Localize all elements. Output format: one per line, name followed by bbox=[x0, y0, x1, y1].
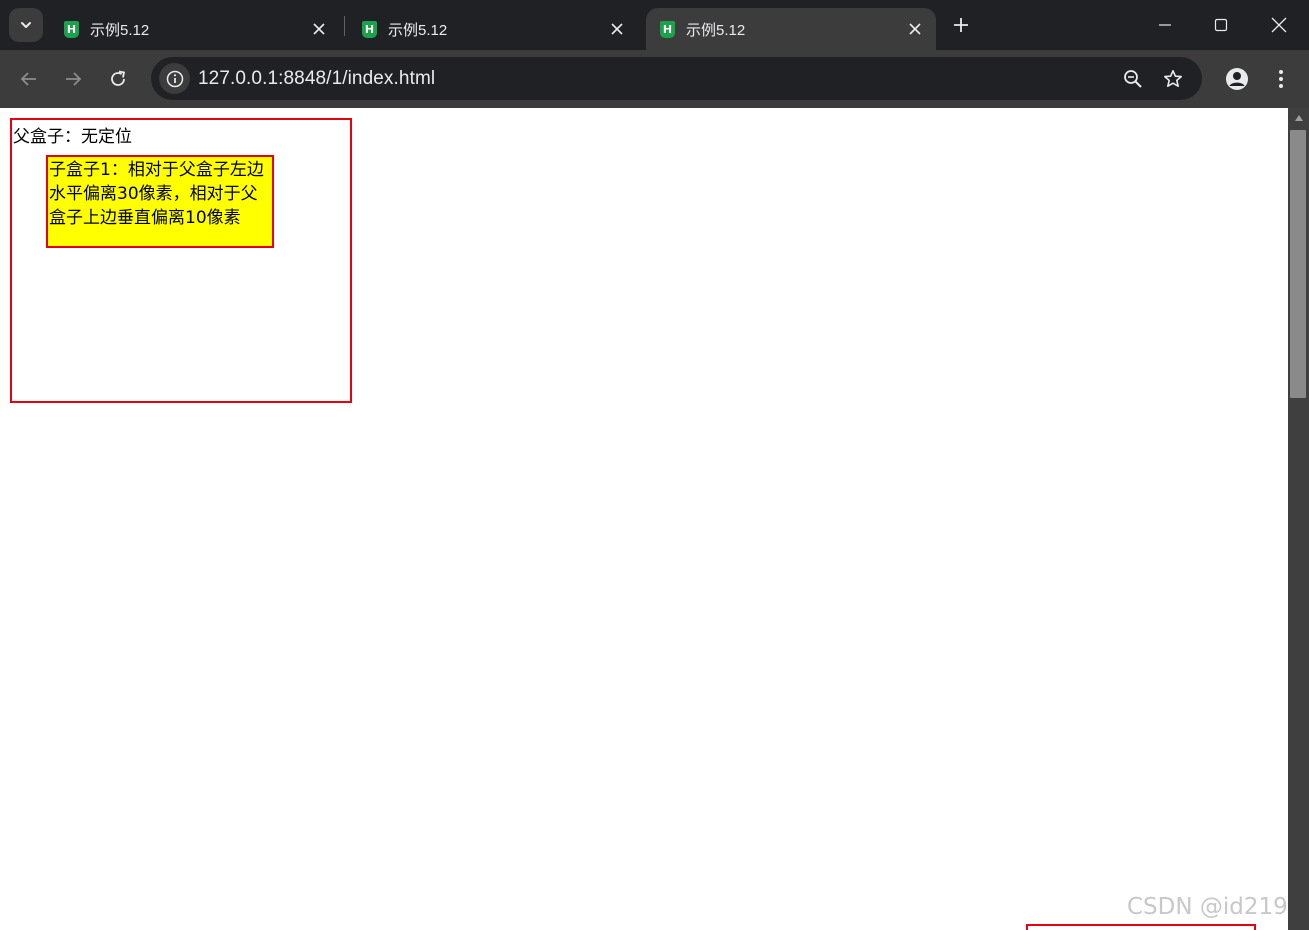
info-icon bbox=[166, 70, 183, 87]
tab-separator bbox=[344, 16, 345, 36]
plus-icon bbox=[954, 18, 968, 32]
html-file-icon: H bbox=[660, 20, 675, 38]
tab-3-active[interactable]: H 示例5.12 bbox=[646, 8, 936, 50]
back-button[interactable] bbox=[12, 62, 46, 96]
tab-title: 示例5.12 bbox=[388, 21, 448, 39]
kebab-menu-icon bbox=[1279, 70, 1283, 88]
html-file-icon: H bbox=[64, 20, 79, 38]
parent-box-label: 父盒子：无定位 bbox=[13, 127, 132, 147]
tab-search-button[interactable] bbox=[9, 8, 43, 42]
tab-2[interactable]: H 示例5.12 bbox=[348, 8, 638, 50]
address-bar[interactable]: 127.0.0.1:8848/1/index.html bbox=[151, 57, 1202, 100]
toolbar: 127.0.0.1:8848/1/index.html bbox=[0, 50, 1309, 108]
tab-1[interactable]: H 示例5.12 bbox=[50, 8, 340, 50]
close-tab-button[interactable] bbox=[304, 14, 334, 44]
zoom-button[interactable] bbox=[1118, 64, 1148, 94]
parent-box: 父盒子：无定位 子盒子1：相对于父盒子左边水平偏离30像素，相对于父盒子上边垂直… bbox=[10, 118, 352, 403]
child-box-label: 子盒子1：相对于父盒子左边水平偏离30像素，相对于父盒子上边垂直偏离10像素 bbox=[49, 160, 264, 228]
reload-button[interactable] bbox=[101, 62, 135, 96]
close-icon bbox=[313, 23, 325, 35]
html-file-icon: H bbox=[362, 20, 377, 38]
chevron-down-icon bbox=[21, 22, 31, 28]
triangle-up-icon bbox=[1294, 115, 1303, 121]
maximize-button[interactable] bbox=[1193, 0, 1249, 50]
watermark: CSDN @id2197 bbox=[1127, 894, 1303, 920]
browser-chrome: H 示例5.12 H 示例5.12 H 示例5.12 127.0.0.1:884… bbox=[0, 0, 1309, 108]
child-box-1: 子盒子1：相对于父盒子左边水平偏离30像素，相对于父盒子上边垂直偏离10像素 bbox=[46, 155, 274, 248]
star-icon bbox=[1164, 70, 1182, 87]
close-tab-button[interactable] bbox=[602, 14, 632, 44]
minimize-icon bbox=[1159, 24, 1171, 26]
forward-button[interactable] bbox=[56, 62, 90, 96]
arrow-right-icon bbox=[66, 72, 82, 86]
bottom-box bbox=[1026, 924, 1256, 930]
minimize-button[interactable] bbox=[1137, 0, 1193, 50]
vertical-scrollbar[interactable] bbox=[1288, 108, 1309, 930]
maximize-icon bbox=[1214, 18, 1228, 32]
new-tab-button[interactable] bbox=[946, 10, 976, 40]
close-tab-button[interactable] bbox=[900, 14, 930, 44]
close-icon bbox=[909, 23, 921, 35]
person-icon bbox=[1226, 68, 1248, 90]
close-icon bbox=[611, 23, 623, 35]
reload-icon bbox=[111, 70, 126, 86]
tab-title: 示例5.12 bbox=[686, 21, 746, 39]
profile-button[interactable] bbox=[1222, 64, 1252, 94]
page-viewport: 父盒子：无定位 子盒子1：相对于父盒子左边水平偏离30像素，相对于父盒子上边垂直… bbox=[1, 108, 1288, 930]
arrow-left-icon bbox=[20, 72, 36, 86]
tab-strip: H 示例5.12 H 示例5.12 H 示例5.12 bbox=[0, 0, 1309, 50]
tab-title: 示例5.12 bbox=[90, 21, 150, 39]
zoom-out-icon bbox=[1124, 70, 1142, 88]
bookmark-button[interactable] bbox=[1158, 64, 1188, 94]
scroll-up-button[interactable] bbox=[1288, 108, 1309, 128]
site-info-button[interactable] bbox=[159, 63, 190, 94]
url-text[interactable]: 127.0.0.1:8848/1/index.html bbox=[198, 68, 435, 90]
close-icon bbox=[1271, 17, 1287, 33]
browser-menu-button[interactable] bbox=[1266, 64, 1296, 94]
scroll-thumb[interactable] bbox=[1290, 130, 1306, 398]
close-window-button[interactable] bbox=[1251, 0, 1307, 50]
